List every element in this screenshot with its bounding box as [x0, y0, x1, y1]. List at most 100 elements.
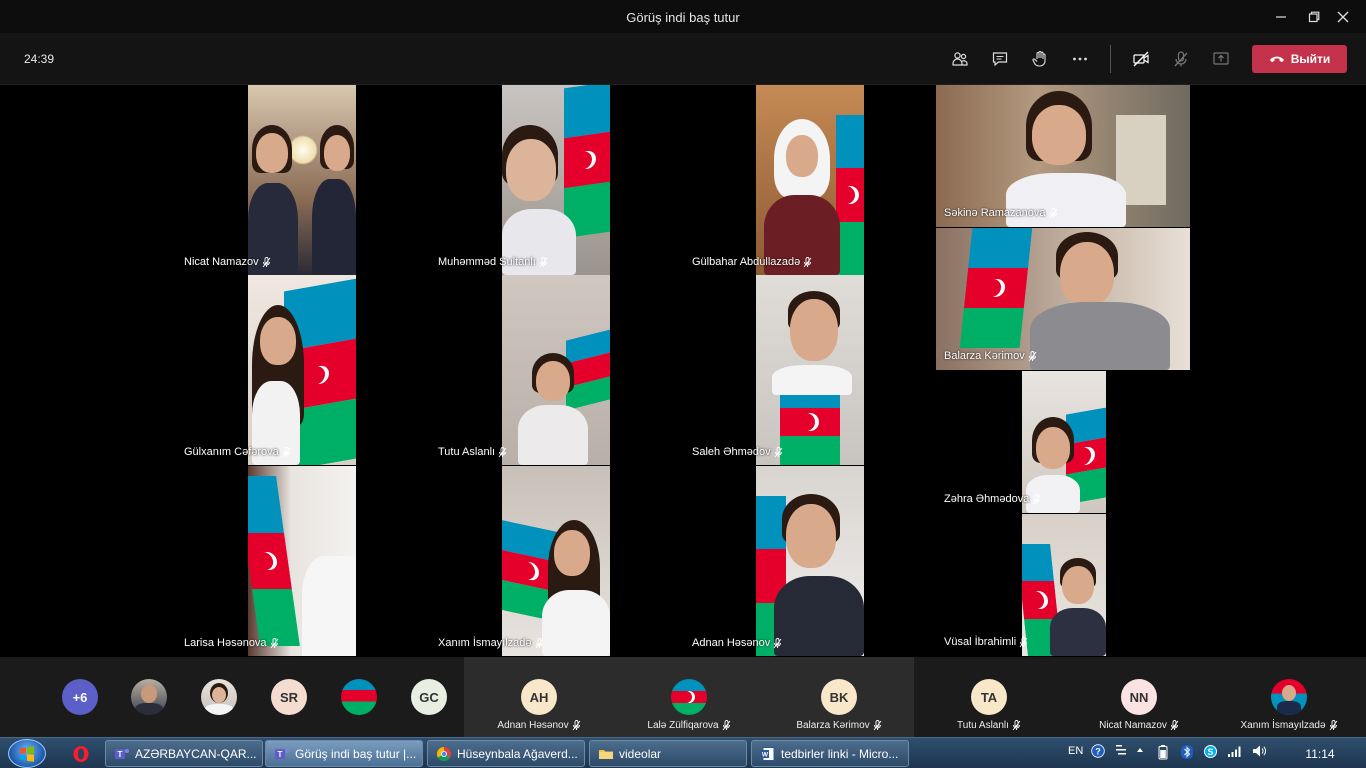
video-tile[interactable]: Larisa Həsənova [150, 466, 360, 656]
chrome-icon [436, 746, 451, 761]
video-tile[interactable]: Xanım İsmayılzadə [404, 466, 614, 656]
microphone-muted-icon [1012, 720, 1021, 731]
taskbar-window-button[interactable]: Hüseynbala Ağaverd... [427, 740, 585, 767]
share-screen-button[interactable] [1207, 45, 1235, 73]
avatar [1271, 679, 1307, 715]
windows-taskbar: T AZƏRBAYCAN-QAR... T Görüş indi baş tut… [0, 737, 1366, 768]
battery-tray-button[interactable] [1157, 744, 1169, 763]
video-tile[interactable]: Tutu Aslanlı [404, 275, 614, 465]
svg-text:W: W [762, 751, 769, 758]
participant-tile[interactable]: Lalə Zülfiqarova [614, 657, 764, 737]
video-tile[interactable]: Nicat Namazov [150, 85, 360, 275]
microphone-muted-icon [1049, 207, 1057, 218]
participant-name-label: Adnan Həsənov [692, 637, 782, 649]
microphone-toggle-button[interactable] [1167, 45, 1195, 73]
avatar[interactable]: SR [271, 679, 307, 715]
participant-tile[interactable]: Xanım İsmayılzadə [1214, 657, 1364, 737]
volume-tray-button[interactable] [1251, 744, 1267, 761]
chevron-up-icon [1137, 748, 1143, 752]
microphone-muted-icon [535, 637, 543, 648]
participant-name-label: Xanım İsmayılzadə [438, 637, 544, 649]
network-tray-button[interactable] [1227, 744, 1243, 761]
taskbar-window-button[interactable]: T AZƏRBAYCAN-QAR... [105, 740, 263, 767]
language-indicator[interactable]: EN [1068, 745, 1083, 757]
participant-name-label: Tutu Aslanlı [438, 446, 507, 458]
participant-tile[interactable]: NN Nicat Namazov [1064, 657, 1214, 737]
participant-video [756, 466, 864, 656]
camera-off-icon [1133, 51, 1149, 67]
student-image [518, 353, 588, 465]
video-tile[interactable]: Gülxanım Cəfərova [150, 275, 360, 465]
participants-icon [952, 52, 968, 66]
student-image [774, 494, 864, 656]
participant-tile[interactable]: BK Balarza Kərimov [764, 657, 914, 737]
participant-video [248, 85, 356, 275]
leave-label: Выйти [1290, 52, 1331, 66]
avatar[interactable]: GC [411, 679, 447, 715]
chat-icon [992, 52, 1008, 67]
camera-toggle-button[interactable] [1127, 45, 1155, 73]
video-tile[interactable]: Adnan Həsənov [658, 466, 868, 656]
microphone-muted-icon [282, 446, 291, 457]
video-tile[interactable]: Gülbahar Abdullazadə [658, 85, 868, 275]
avatar[interactable] [131, 679, 167, 715]
raise-hand-button[interactable] [1026, 45, 1054, 73]
participant-name: Nicat Namazov [1099, 720, 1167, 731]
taskbar-window-button[interactable]: videolar [589, 740, 747, 767]
bluetooth-tray-button[interactable] [1180, 744, 1194, 763]
avatar[interactable] [341, 679, 377, 715]
restore-icon [1308, 11, 1320, 22]
student-image [542, 520, 610, 656]
video-tile[interactable]: Balarza Kərimov [936, 228, 1190, 370]
participant-tile[interactable]: AH Adnan Həsənov [464, 657, 614, 737]
help-tray-button[interactable]: ? [1091, 744, 1105, 761]
show-hidden-icons-button[interactable] [1135, 745, 1145, 758]
input-method-tray-button[interactable] [1114, 743, 1128, 762]
participant-name-label: Səkinə Ramazanova [944, 207, 1058, 219]
meeting-toolbar: 24:39 Выйти [0, 33, 1366, 85]
taskbar-window-button[interactable]: T Görüş indi baş tutur |... [265, 740, 423, 767]
more-icon [1073, 57, 1087, 61]
video-tile[interactable]: Zəhra Əhmədova [936, 371, 1106, 513]
video-tile[interactable]: Səkinə Ramazanova [936, 85, 1190, 227]
participant-name-label: Zəhra Əhmədova [944, 493, 1041, 505]
leave-meeting-button[interactable]: Выйти [1252, 45, 1347, 73]
microphone-muted-icon [722, 720, 730, 731]
participant-video [936, 85, 1190, 227]
battery-icon [1158, 745, 1168, 760]
system-clock[interactable]: 11:14 [1290, 747, 1350, 761]
toolbar-divider [1110, 45, 1111, 73]
participant-video [248, 275, 356, 465]
opera-taskbar-button[interactable] [66, 741, 96, 766]
microphone-muted-icon [262, 256, 270, 267]
svg-text:T: T [278, 750, 283, 759]
start-button[interactable] [8, 739, 46, 768]
microphone-muted-icon [498, 446, 507, 457]
video-tile[interactable]: Saleh Əhmədov [658, 275, 868, 465]
signal-icon [1228, 746, 1241, 757]
skype-tray-button[interactable]: S [1203, 744, 1218, 762]
more-participants-badge[interactable]: +6 [62, 679, 98, 715]
student-image [764, 119, 840, 275]
avatar[interactable] [201, 679, 237, 715]
participant-video [502, 85, 610, 275]
share-icon [1213, 52, 1229, 65]
windows-logo-icon [20, 745, 34, 762]
participant-tile[interactable]: TA Tutu Aslanlı [914, 657, 1064, 737]
microphone-muted-icon [803, 256, 812, 267]
meeting-timer: 24:39 [24, 52, 55, 66]
show-chat-button[interactable] [986, 45, 1014, 73]
close-button[interactable] [1320, 0, 1366, 33]
student-image [1030, 232, 1170, 370]
hang-up-icon [1269, 56, 1284, 63]
video-tile[interactable]: Muhəmməd Sultanlı [404, 85, 614, 275]
participant-name-label: Nicat Namazov [184, 256, 271, 268]
microphone-muted-icon [270, 637, 278, 648]
video-tile[interactable]: Vüsal İbrahimli [936, 514, 1106, 656]
more-actions-button[interactable] [1066, 45, 1094, 73]
hand-icon [1032, 50, 1046, 67]
participant-name-label: Balarza Kərimov [944, 350, 1037, 362]
show-participants-button[interactable] [946, 45, 974, 73]
taskbar-window-button[interactable]: W tedbirler linki - Micro... [751, 740, 909, 767]
microphone-muted-icon [1329, 720, 1337, 731]
